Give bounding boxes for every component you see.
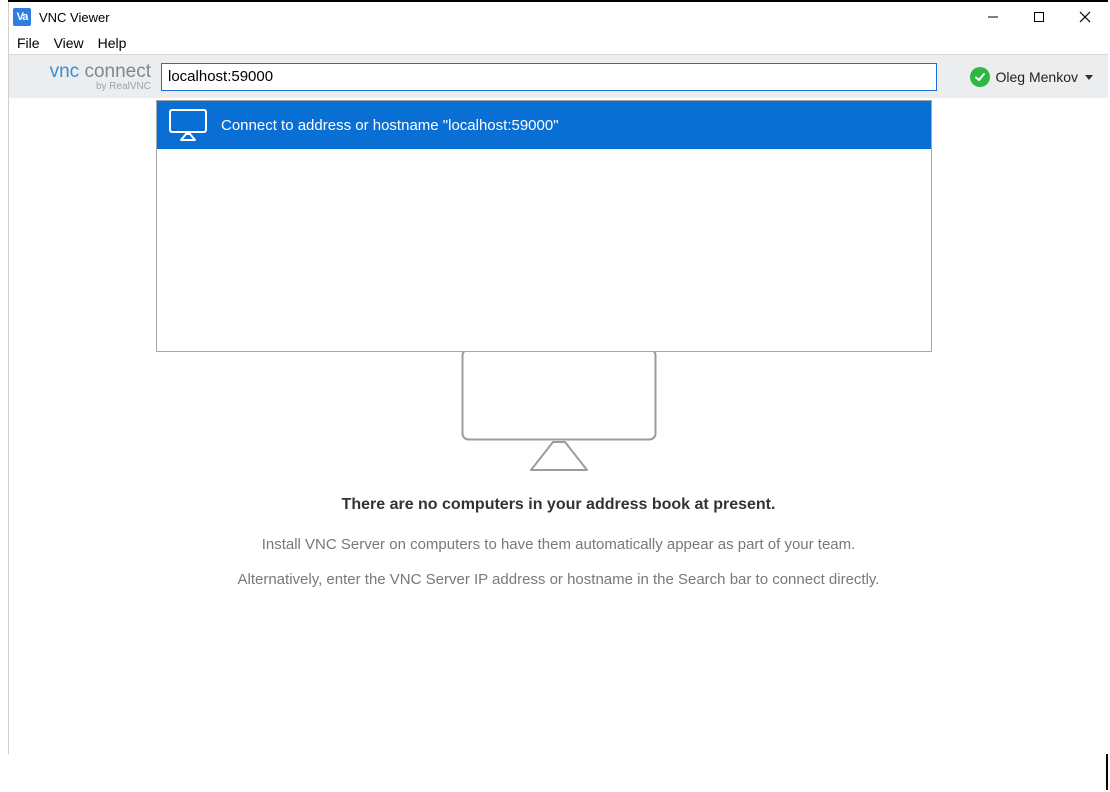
empty-line-2: Alternatively, enter the VNC Server IP a… xyxy=(238,571,880,588)
suggestion-item[interactable]: Connect to address or hostname "localhos… xyxy=(157,101,931,149)
menu-help[interactable]: Help xyxy=(98,35,127,51)
window-title: VNC Viewer xyxy=(39,10,110,25)
suggestion-panel: Connect to address or hostname "localhos… xyxy=(156,100,932,352)
brand-main: vnc connect xyxy=(50,62,151,81)
account-menu[interactable]: Oleg Menkov xyxy=(964,63,1100,91)
monitor-icon xyxy=(461,348,657,472)
brand-part2: connect xyxy=(84,61,151,82)
status-badge xyxy=(970,67,990,87)
menu-bar: File View Help xyxy=(9,32,1108,54)
chevron-down-icon xyxy=(1084,72,1094,82)
empty-state: There are no computers in your address b… xyxy=(9,348,1108,588)
menu-view[interactable]: View xyxy=(54,35,84,51)
app-icon: Va xyxy=(13,8,31,26)
suggestion-label: Connect to address or hostname "localhos… xyxy=(221,117,559,134)
minimize-icon xyxy=(987,11,999,23)
search-wrap xyxy=(161,63,937,91)
empty-title: There are no computers in your address b… xyxy=(342,496,776,514)
account-caret xyxy=(1084,72,1094,82)
close-icon xyxy=(1079,11,1091,23)
monitor-small-icon xyxy=(169,109,207,141)
brand-part1: vnc xyxy=(50,61,85,82)
app-icon-text: Va xyxy=(17,12,28,23)
left-gutter xyxy=(0,0,8,792)
empty-line-1: Install VNC Server on computers to have … xyxy=(262,536,856,553)
account-name: Oleg Menkov xyxy=(996,69,1078,85)
check-icon xyxy=(974,71,986,83)
brand-sub: by RealVNC xyxy=(96,82,151,92)
maximize-icon xyxy=(1033,11,1045,23)
menu-file[interactable]: File xyxy=(17,35,40,51)
brand-logo: vnc connect by RealVNC xyxy=(17,62,161,92)
suggestion-monitor-icon xyxy=(169,107,207,143)
address-input[interactable] xyxy=(161,63,937,91)
title-bar: Va VNC Viewer xyxy=(9,2,1108,32)
close-button[interactable] xyxy=(1062,2,1108,32)
minimize-button[interactable] xyxy=(970,2,1016,32)
maximize-button[interactable] xyxy=(1016,2,1062,32)
toolbar: vnc connect by RealVNC Oleg Menkov xyxy=(9,54,1108,98)
